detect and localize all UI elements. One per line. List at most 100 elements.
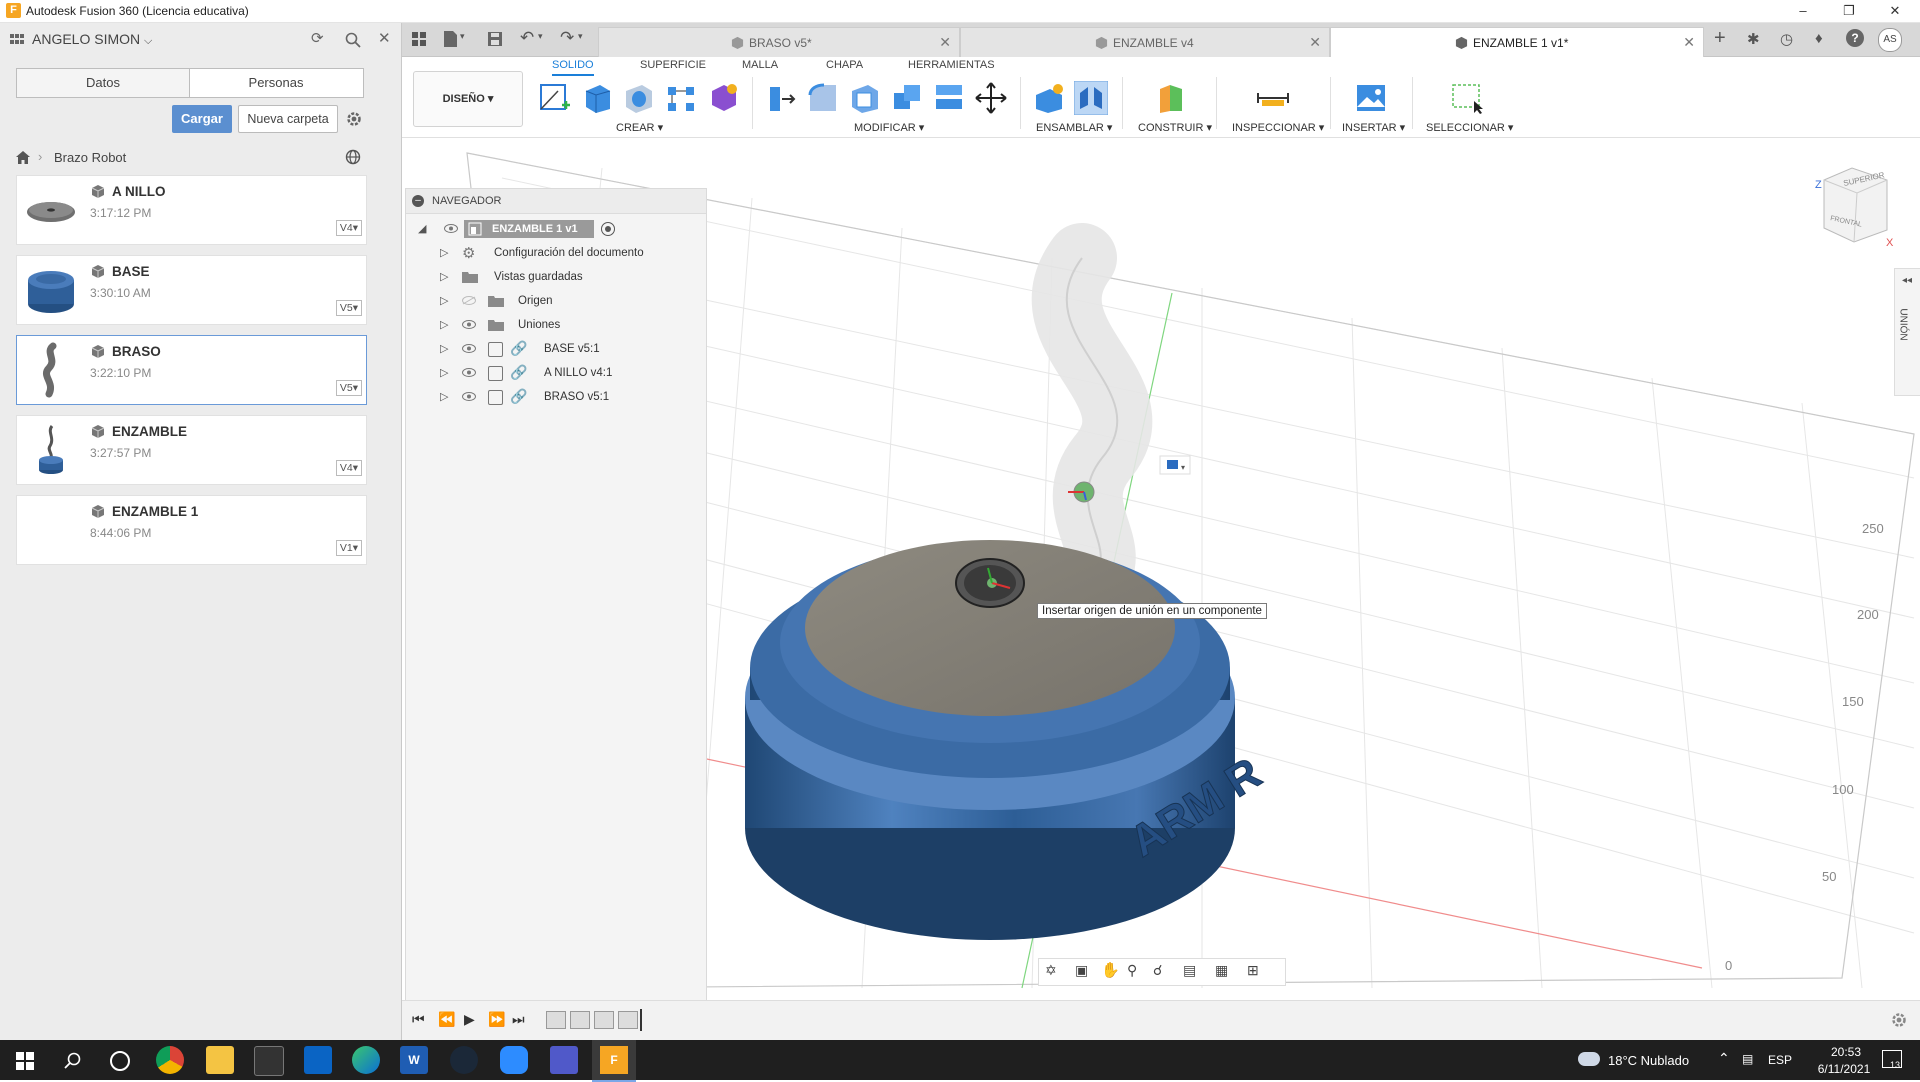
undo-icon[interactable]: ↶ [520, 28, 534, 48]
new-component-icon[interactable] [1032, 81, 1066, 115]
eye-icon[interactable] [462, 344, 476, 353]
timeline-settings-gear-icon[interactable] [1890, 1011, 1908, 1029]
navigator-item[interactable]: ▷ 🔗 BRASO v5:1 [406, 385, 706, 409]
expand-triangle-icon[interactable]: ▷ [440, 246, 448, 259]
help-icon[interactable]: ? [1846, 29, 1864, 47]
joint-icon[interactable] [1074, 81, 1108, 115]
cortana-icon[interactable] [110, 1051, 130, 1071]
version-dropdown[interactable]: V4▾ [335, 220, 362, 236]
upload-button[interactable]: Cargar [172, 105, 232, 133]
new-tab-plus-icon[interactable]: + [1714, 27, 1726, 50]
press-pull-icon[interactable] [764, 81, 798, 115]
clock-date[interactable]: 6/11/2021 [1806, 1062, 1882, 1076]
weather-cloud-icon[interactable] [1578, 1052, 1600, 1066]
timeline-joint-icon[interactable] [618, 1011, 638, 1029]
activate-radio-icon[interactable] [601, 222, 615, 236]
refresh-icon[interactable]: ⟳ [311, 29, 324, 47]
teams-icon[interactable] [550, 1046, 578, 1074]
chevron-down-icon[interactable]: ▾ [578, 31, 583, 42]
version-dropdown[interactable]: V4▾ [335, 460, 362, 476]
navigator-root-row[interactable]: ◢ ENZAMBLE 1 v1 [406, 217, 706, 241]
collapse-triangle-icon[interactable]: ◢ [418, 222, 426, 235]
go-to-start-icon[interactable]: ⏮ [412, 1011, 425, 1028]
version-dropdown[interactable]: V5▾ [335, 300, 362, 316]
zoom-icon[interactable]: ⚲ [1127, 962, 1137, 979]
expand-triangle-icon[interactable]: ▷ [440, 294, 448, 307]
pan-hand-icon[interactable]: ✋ [1101, 961, 1120, 979]
group-crear[interactable]: CREAR ▾ [616, 121, 663, 134]
doc-tab-enzamble-1[interactable]: ENZAMBLE 1 v1* ✕ [1330, 27, 1704, 57]
insert-image-icon[interactable] [1354, 81, 1388, 115]
display-settings-icon[interactable]: ▤ [1183, 962, 1196, 979]
file-menu-icon[interactable] [444, 31, 457, 47]
navigator-item[interactable]: ▷ 🔗 BASE v5:1 [406, 337, 706, 361]
file-card-enzamble-1[interactable]: ENZAMBLE 1 8:44:06 PM V1▾ [16, 495, 367, 565]
timeline-joint-icon[interactable] [594, 1011, 614, 1029]
tab-datos[interactable]: Datos [17, 69, 190, 97]
joint-side-panel[interactable]: ◂◂ UNIÓN [1894, 268, 1920, 396]
tab-chapa[interactable]: CHAPA [826, 59, 863, 71]
workspace-design-dropdown[interactable]: DISEÑO ▾ [413, 71, 523, 127]
file-card-enzamble[interactable]: ENZAMBLE 3:27:57 PM V4▾ [16, 415, 367, 485]
fusion-taskbar-button[interactable]: F [592, 1040, 636, 1082]
close-window-button[interactable]: ✕ [1872, 0, 1918, 22]
timeline-marker[interactable] [640, 1009, 642, 1031]
user-name-dropdown[interactable]: ANGELO SIMON ⌵ [32, 31, 152, 48]
user-avatar[interactable]: AS [1878, 28, 1902, 52]
view-cube[interactable]: SUPERIOR FRONTAL Z X [1815, 167, 1894, 249]
move-copy-icon[interactable] [974, 81, 1008, 115]
close-tab-icon[interactable]: ✕ [1683, 34, 1695, 51]
show-hidden-icons-chevron-icon[interactable]: ⌃ [1718, 1050, 1730, 1067]
measure-icon[interactable] [1256, 81, 1290, 115]
play-icon[interactable]: ▶ [464, 1011, 475, 1028]
group-modificar[interactable]: MODIFICAR ▾ [854, 121, 924, 134]
job-status-icon[interactable]: ◷ [1780, 30, 1793, 48]
breadcrumb[interactable]: Brazo Robot [54, 150, 126, 165]
new-folder-button[interactable]: Nueva carpeta [238, 105, 338, 133]
go-to-end-icon[interactable]: ⏭ [512, 1011, 525, 1028]
file-explorer-icon[interactable] [206, 1046, 234, 1074]
close-panel-icon[interactable]: ✕ [378, 29, 391, 47]
tab-solido[interactable]: SOLIDO [552, 59, 594, 76]
expand-triangle-icon[interactable]: ▷ [440, 390, 448, 403]
tab-superficie[interactable]: SUPERFICIE [640, 59, 706, 71]
save-icon[interactable] [488, 32, 502, 46]
group-seleccionar[interactable]: SELECCIONAR ▾ [1426, 121, 1513, 134]
tab-malla[interactable]: MALLA [742, 59, 778, 71]
tab-personas[interactable]: Personas [190, 69, 362, 97]
group-inspeccionar[interactable]: INSPECCIONAR ▾ [1232, 121, 1324, 134]
combine-icon[interactable] [890, 81, 924, 115]
expand-triangle-icon[interactable]: ▷ [440, 342, 448, 355]
microsoft-store-icon[interactable] [254, 1046, 284, 1076]
timeline-joint-icon[interactable] [570, 1011, 590, 1029]
fillet-icon[interactable] [806, 81, 840, 115]
redo-icon[interactable]: ↷ [560, 28, 574, 48]
navigator-item[interactable]: ▷ Vistas guardadas [406, 265, 706, 289]
revolve-icon[interactable] [622, 81, 656, 115]
navigator-header[interactable]: – NAVEGADOR [406, 189, 706, 214]
orbit-icon[interactable]: ✡ [1045, 962, 1057, 979]
word-icon[interactable]: W [400, 1046, 428, 1074]
group-construir[interactable]: CONSTRUIR ▾ [1138, 121, 1212, 134]
clock-time[interactable]: 20:53 [1818, 1045, 1874, 1059]
eye-icon[interactable] [462, 392, 476, 401]
split-body-icon[interactable] [932, 81, 966, 115]
navigator-item[interactable]: ▷ Origen [406, 289, 706, 313]
collapse-panel-icon[interactable]: ◂◂ [1902, 275, 1912, 286]
windows-start-icon[interactable] [16, 1052, 34, 1070]
zoom-app-icon[interactable] [500, 1046, 528, 1074]
expand-triangle-icon[interactable]: ▷ [440, 270, 448, 283]
file-card-anillo[interactable]: A NILLO 3:17:12 PM V4▾ [16, 175, 367, 245]
chrome-icon[interactable] [156, 1046, 184, 1074]
navigator-item[interactable]: ▷ ⚙ Configuración del documento [406, 241, 706, 265]
navigator-item[interactable]: ▷ Uniones [406, 313, 706, 337]
collapse-navigator-icon[interactable]: – [412, 195, 424, 207]
network-icon[interactable]: ▤ [1742, 1052, 1753, 1066]
file-card-braso[interactable]: BRASO 3:22:10 PM V5▾ [16, 335, 367, 405]
doc-tab-braso[interactable]: BRASO v5* ✕ [598, 27, 960, 57]
navigator-item[interactable]: ▷ 🔗 A NILLO v4:1 [406, 361, 706, 385]
tab-herramientas[interactable]: HERRAMIENTAS [908, 59, 995, 71]
form-icon[interactable] [706, 81, 740, 115]
group-insertar[interactable]: INSERTAR ▾ [1342, 121, 1405, 134]
eye-icon[interactable] [444, 224, 458, 233]
